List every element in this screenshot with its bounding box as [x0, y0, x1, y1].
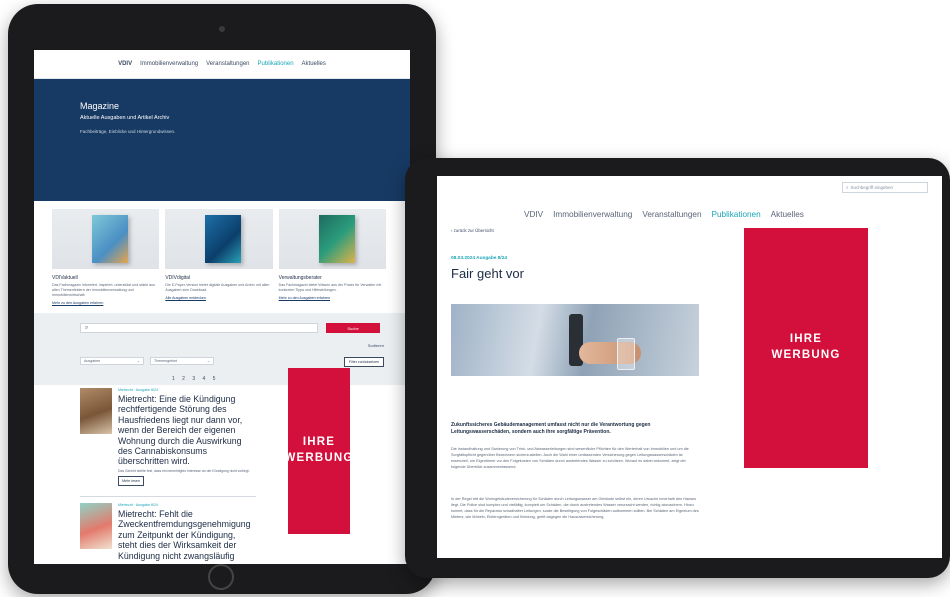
- left-tablet-frame: VDIV Immobilienverwaltung Veranstaltunge…: [8, 4, 436, 594]
- left-tablet-screen: VDIV Immobilienverwaltung Veranstaltunge…: [34, 50, 410, 564]
- hero-banner: Magazine Aktuelle Ausgaben und Artikel A…: [34, 79, 410, 201]
- list-item[interactable]: Mietrecht · Ausgabe 8/24 Mietrecht: Fehl…: [80, 496, 256, 561]
- nav-item-aktuelles[interactable]: Aktuelles: [302, 61, 326, 67]
- search-icon: ⌕: [85, 324, 89, 331]
- page-tagline: Fachbeiträge, Einblicke und Hintergrundw…: [80, 129, 176, 134]
- chevron-down-icon: ⌄: [206, 359, 210, 363]
- magazine-image: [165, 209, 273, 269]
- magazine-image: [278, 209, 386, 269]
- reset-filter-button[interactable]: Filter zurücksetzen: [344, 357, 384, 367]
- filter-topic-select[interactable]: Themengebiet ⌄: [150, 357, 214, 365]
- article-title[interactable]: Mietrecht: Eine die Kündigung rechtferti…: [118, 394, 256, 467]
- magazine-text: Das Fachmagazin informiert, inspiriert, …: [52, 283, 155, 297]
- home-button[interactable]: [208, 564, 234, 590]
- magazine-link[interactable]: Mehr zu den Ausgaben erfahren: [279, 296, 386, 300]
- article-thumbnail: [80, 388, 112, 434]
- search-input[interactable]: ⌕: [80, 323, 318, 333]
- article-meta: Mietrecht · Ausgabe 8/24: [118, 388, 158, 392]
- search-input[interactable]: ⌕ Suchbegriff eingeben: [842, 182, 928, 193]
- nav-item-publikationen[interactable]: Publikationen: [712, 210, 761, 219]
- pagination[interactable]: 1 2 3 4 5: [172, 376, 218, 382]
- article-body: Die Instandhaltung und Sanierung von Tri…: [451, 447, 689, 469]
- nav-logo[interactable]: VDIV: [524, 210, 543, 219]
- list-item[interactable]: Mietrecht · Ausgabe 8/24 Mietrecht: Eine…: [80, 388, 256, 487]
- magazine-card[interactable]: Verwaltungsberater Das Fachmagazin biete…: [278, 209, 386, 313]
- ad-line-2: WERBUNG: [284, 452, 354, 464]
- camera-dot: [219, 26, 225, 32]
- page-subtitle: Aktuelle Ausgaben und Artikel Archiv: [80, 115, 170, 121]
- article-thumbnail: [80, 503, 112, 549]
- nav-item-immobilienverwaltung[interactable]: Immobilienverwaltung: [140, 61, 198, 67]
- nav-item-publikationen[interactable]: Publikationen: [258, 61, 294, 67]
- ad-banner[interactable]: IHRE WERBUNG: [744, 228, 868, 468]
- article-meta: Mietrecht · Ausgabe 8/24: [118, 503, 158, 507]
- filter-topic-value: Themengebiet: [154, 359, 177, 363]
- ad-banner[interactable]: IHRE WERBUNG: [284, 368, 352, 534]
- nav-item-veranstaltungen[interactable]: Veranstaltungen: [206, 61, 249, 67]
- article-title: Fair geht vor: [451, 266, 524, 281]
- magazine-text: Die E-Paper-Version bietet digitale Ausg…: [165, 283, 270, 292]
- magazine-name: Verwaltungsberater: [278, 275, 322, 281]
- ad-line-2: WERBUNG: [771, 349, 841, 361]
- article-lead: Zukunftssicheres Gebäudemanagement umfas…: [451, 422, 651, 435]
- top-nav: VDIV Immobilienverwaltung Veranstaltunge…: [524, 210, 804, 219]
- magazine-link[interactable]: Mehr zu den Ausgaben erfahren: [52, 301, 159, 305]
- search-icon: ⌕: [846, 185, 849, 190]
- magazine-image: [52, 209, 160, 269]
- nav-logo[interactable]: VDIV: [118, 61, 132, 67]
- filter-issue-value: Ausgaben: [84, 359, 101, 363]
- nav-item-immobilienverwaltung[interactable]: Immobilienverwaltung: [553, 210, 632, 219]
- magazine-name: VDIVaktuell: [52, 275, 78, 281]
- back-link[interactable]: ‹ zurück zur Übersicht: [451, 228, 494, 233]
- article-meta: 08.03.2024 Ausgabe 8/24: [451, 256, 508, 261]
- article-description: Das Gericht stellte fest, dass ein berec…: [118, 468, 250, 473]
- nav-item-veranstaltungen[interactable]: Veranstaltungen: [642, 210, 701, 219]
- article-body: In der Regel tritt die Wohngebäudeversic…: [451, 497, 699, 519]
- read-more-button[interactable]: Mehr lesen: [118, 476, 144, 487]
- magazine-card[interactable]: VDIVaktuell Das Fachmagazin informiert, …: [52, 209, 160, 313]
- search-button[interactable]: Suche: [326, 323, 380, 333]
- chevron-down-icon: ⌄: [136, 359, 140, 363]
- magazine-text: Das Fachmagazin bietet Wissen aus der Pr…: [278, 283, 382, 292]
- ad-line-1: IHRE: [789, 333, 823, 346]
- right-tablet-screen: ⌕ Suchbegriff eingeben VDIV Immobilienve…: [437, 176, 942, 558]
- nav-item-aktuelles[interactable]: Aktuelles: [771, 210, 804, 219]
- sort-label[interactable]: Sortieren: [368, 343, 384, 348]
- filter-issue-select[interactable]: Ausgaben ⌄: [80, 357, 144, 365]
- search-placeholder: Suchbegriff eingeben: [850, 185, 893, 190]
- magazine-list: VDIVaktuell Das Fachmagazin informiert, …: [34, 201, 410, 313]
- page-title: Magazine: [80, 101, 120, 111]
- right-tablet-frame: ⌕ Suchbegriff eingeben VDIV Immobilienve…: [405, 158, 950, 578]
- top-nav: VDIV Immobilienverwaltung Veranstaltunge…: [34, 50, 410, 79]
- article-photo: [451, 304, 699, 376]
- search-panel: ⌕ Suche Sortieren Ausgaben ⌄ Themengebie…: [34, 313, 410, 385]
- magazine-name: VDIVdigital: [165, 275, 191, 281]
- magazine-link[interactable]: Alle Ausgaben entdecken: [165, 296, 272, 300]
- article-title[interactable]: Mietrecht: Fehlt die Zweckentfremdungsge…: [118, 509, 256, 561]
- magazine-card[interactable]: VDIVdigital Die E-Paper-Version bietet d…: [165, 209, 273, 313]
- ad-line-1: IHRE: [302, 436, 336, 449]
